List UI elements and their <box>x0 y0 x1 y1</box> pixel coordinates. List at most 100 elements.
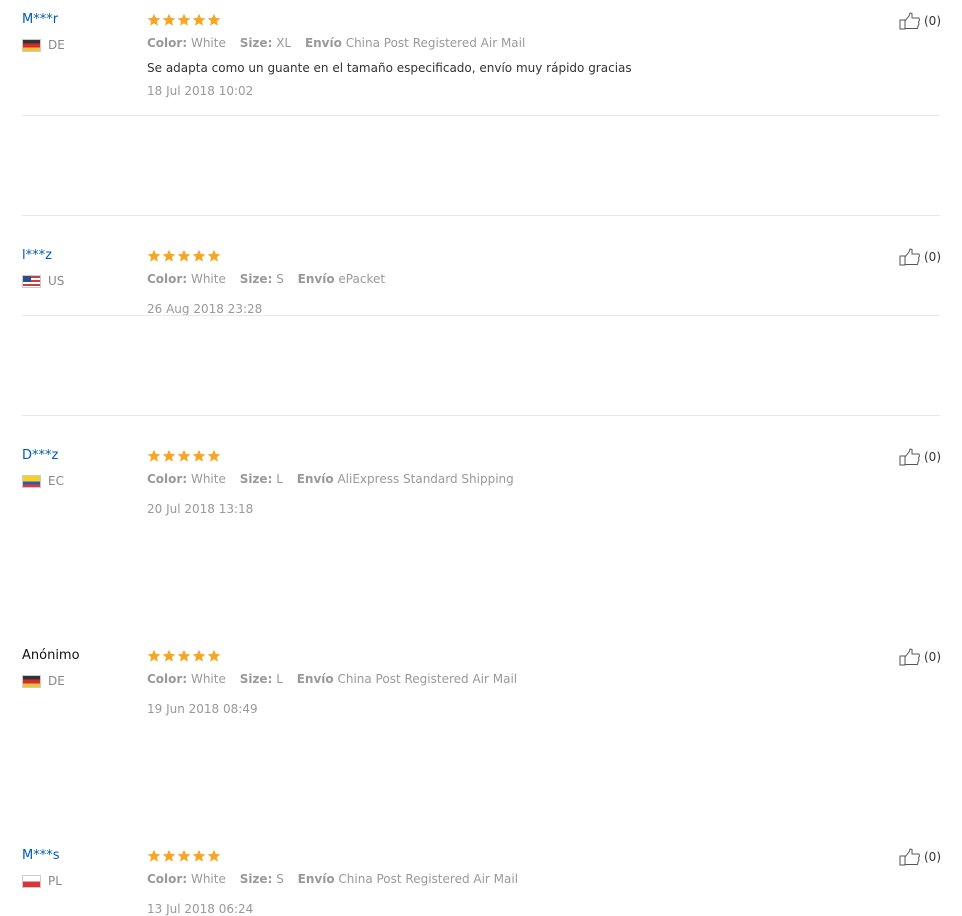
helpful-button[interactable]: (0) <box>899 448 941 466</box>
star-icon <box>177 649 191 662</box>
star-icon <box>147 849 161 862</box>
color-value: White <box>190 672 226 686</box>
color-label: Color: <box>147 472 188 486</box>
shipping-value: AliExpress Standard Shipping <box>337 472 514 486</box>
shipping-label: Envío <box>297 872 335 886</box>
star-icon <box>162 449 176 462</box>
review-date: 19 Jun 2018 08:49 <box>147 702 258 716</box>
reviewer-name[interactable]: M***r <box>22 12 58 27</box>
country-code: US <box>48 274 65 288</box>
shipping-label: Envío <box>304 36 342 50</box>
country-flag-icon <box>22 474 41 488</box>
review-date: 26 Aug 2018 23:28 <box>147 302 263 316</box>
star-icon <box>162 249 176 262</box>
color-label: Color: <box>147 672 188 686</box>
star-icon <box>192 649 206 662</box>
color-value: White <box>190 272 226 286</box>
helpful-button[interactable]: (0) <box>899 248 941 266</box>
helpful-button[interactable]: (0) <box>899 648 941 666</box>
star-icon <box>162 13 176 26</box>
review-date: 18 Jul 2018 10:02 <box>147 84 254 98</box>
reviewer-country: DE <box>22 38 65 52</box>
star-icon <box>192 13 206 26</box>
helpful-button[interactable]: (0) <box>899 12 941 30</box>
country-flag-icon <box>22 38 41 52</box>
star-icon <box>177 13 191 26</box>
helpful-button[interactable]: (0) <box>899 848 941 866</box>
star-rating <box>147 13 221 27</box>
star-icon <box>207 249 221 262</box>
thumbs-up-icon <box>899 848 920 866</box>
reviewer-name: Anónimo <box>22 648 80 663</box>
star-rating <box>147 849 221 863</box>
helpful-count: (0) <box>924 250 941 264</box>
reviewer-country: EC <box>22 474 64 488</box>
size-value: L <box>276 472 283 486</box>
helpful-count: (0) <box>924 14 941 28</box>
star-icon <box>192 449 206 462</box>
star-icon <box>192 249 206 262</box>
shipping-label: Envío <box>296 472 334 486</box>
star-icon <box>207 449 221 462</box>
country-flag-icon <box>22 874 41 888</box>
star-rating <box>147 649 221 663</box>
star-icon <box>147 13 161 26</box>
reviewer-name[interactable]: l***z <box>22 248 52 263</box>
reviewer-country: DE <box>22 674 65 688</box>
thumbs-up-icon <box>899 248 920 266</box>
country-flag-icon <box>22 674 41 688</box>
review-divider <box>22 115 940 116</box>
shipping-value: ePacket <box>338 272 386 286</box>
thumbs-up-icon <box>899 12 920 30</box>
country-code: DE <box>48 38 65 52</box>
size-label: Size: <box>239 472 273 486</box>
reviewer-country: US <box>22 274 64 288</box>
star-icon <box>177 449 191 462</box>
star-icon <box>177 249 191 262</box>
order-info: Color: White Size: S Envío ePacket <box>147 272 395 286</box>
country-code: EC <box>48 474 64 488</box>
helpful-count: (0) <box>924 850 941 864</box>
star-icon <box>192 849 206 862</box>
size-value: S <box>276 872 284 886</box>
shipping-value: China Post Registered Air Mail <box>337 672 518 686</box>
color-value: White <box>190 36 226 50</box>
shipping-label: Envío <box>296 672 334 686</box>
country-code: PL <box>48 874 62 888</box>
star-icon <box>147 649 161 662</box>
reviewer-name[interactable]: D***z <box>22 448 58 463</box>
color-label: Color: <box>147 872 188 886</box>
star-icon <box>162 649 176 662</box>
shipping-value: China Post Registered Air Mail <box>338 872 519 886</box>
country-code: DE <box>48 674 65 688</box>
color-label: Color: <box>147 272 188 286</box>
review-date: 13 Jul 2018 06:24 <box>147 902 254 916</box>
review-text: Se adapta como un guante en el tamaño es… <box>147 61 632 75</box>
helpful-count: (0) <box>924 450 941 464</box>
size-label: Size: <box>239 272 273 286</box>
thumbs-up-icon <box>899 448 920 466</box>
size-label: Size: <box>239 36 273 50</box>
star-icon <box>207 849 221 862</box>
star-rating <box>147 449 221 463</box>
shipping-label: Envío <box>297 272 335 286</box>
order-info: Color: White Size: L Envío China Post Re… <box>147 672 527 686</box>
color-value: White <box>190 872 226 886</box>
size-label: Size: <box>239 872 273 886</box>
color-value: White <box>190 472 226 486</box>
reviewer-country: PL <box>22 874 62 888</box>
country-flag-icon <box>22 274 41 288</box>
star-icon <box>162 849 176 862</box>
order-info: Color: White Size: XL Envío China Post R… <box>147 36 535 50</box>
size-value: S <box>276 272 284 286</box>
helpful-count: (0) <box>924 650 941 664</box>
order-info: Color: White Size: L Envío AliExpress St… <box>147 472 524 486</box>
thumbs-up-icon <box>899 648 920 666</box>
reviewer-name[interactable]: M***s <box>22 848 60 863</box>
shipping-value: China Post Registered Air Mail <box>345 36 526 50</box>
star-rating <box>147 249 221 263</box>
star-icon <box>207 13 221 26</box>
order-info: Color: White Size: S Envío China Post Re… <box>147 872 528 886</box>
review-divider <box>22 415 940 416</box>
star-icon <box>177 849 191 862</box>
